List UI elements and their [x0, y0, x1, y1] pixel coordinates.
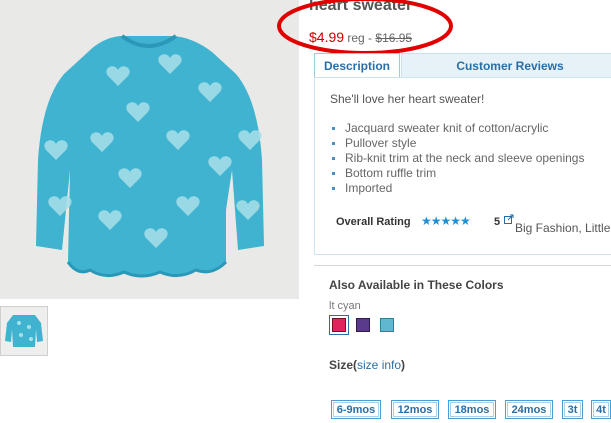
feature-list: Jacquard sweater knit of cotton/acrylic …	[330, 121, 584, 196]
external-link-icon[interactable]	[504, 214, 514, 224]
selected-color-name: lt cyan	[329, 300, 361, 312]
size-option-6-9mos[interactable]: 6-9mos	[331, 400, 381, 419]
product-title: heart sweater	[309, 0, 413, 14]
size-info-link[interactable]: size info	[357, 358, 401, 372]
rating-stars: ★★★★★	[421, 214, 471, 228]
color-swatch-pink[interactable]	[329, 315, 349, 335]
size-option-24mos[interactable]: 24mos	[505, 400, 553, 419]
size-option-18mos[interactable]: 18mos	[448, 400, 496, 419]
rating-value: 5	[494, 216, 501, 228]
sweater-illustration	[0, 0, 299, 299]
size-heading: Size(size info)	[329, 358, 406, 372]
review-source: Big Fashion, Little	[515, 221, 611, 235]
thumbnail-sweater-image	[1, 307, 47, 355]
feature-item: Rib-knit trim at the neck and sleeve ope…	[330, 151, 584, 166]
feature-item: Bottom ruffle trim	[330, 166, 584, 181]
feature-item: Jacquard sweater knit of cotton/acrylic	[330, 121, 584, 136]
regular-price: $16.95	[375, 31, 413, 45]
size-option-4t[interactable]: 4t	[591, 400, 611, 419]
section-divider	[314, 265, 611, 266]
overall-rating-label: Overall Rating	[336, 216, 411, 228]
price-row: $4.99 reg - $16.95	[309, 29, 412, 45]
feature-item: Imported	[330, 181, 584, 196]
product-image[interactable]	[0, 0, 299, 299]
sale-price: $4.99	[309, 29, 345, 45]
product-thumbnail[interactable]	[0, 306, 48, 356]
size-option-3t[interactable]: 3t	[562, 400, 583, 419]
tab-description[interactable]: Description	[314, 53, 400, 77]
description-tagline: She'll love her heart sweater!	[330, 92, 485, 106]
color-swatch-purple[interactable]	[356, 318, 370, 332]
tab-customer-reviews[interactable]: Customer Reviews	[401, 53, 611, 77]
colors-heading: Also Available in These Colors	[329, 278, 504, 292]
size-option-12mos[interactable]: 12mos	[391, 400, 439, 419]
color-swatch-lt-cyan[interactable]	[380, 318, 394, 332]
feature-item: Pullover style	[330, 136, 584, 151]
reg-label: reg -	[344, 31, 376, 45]
